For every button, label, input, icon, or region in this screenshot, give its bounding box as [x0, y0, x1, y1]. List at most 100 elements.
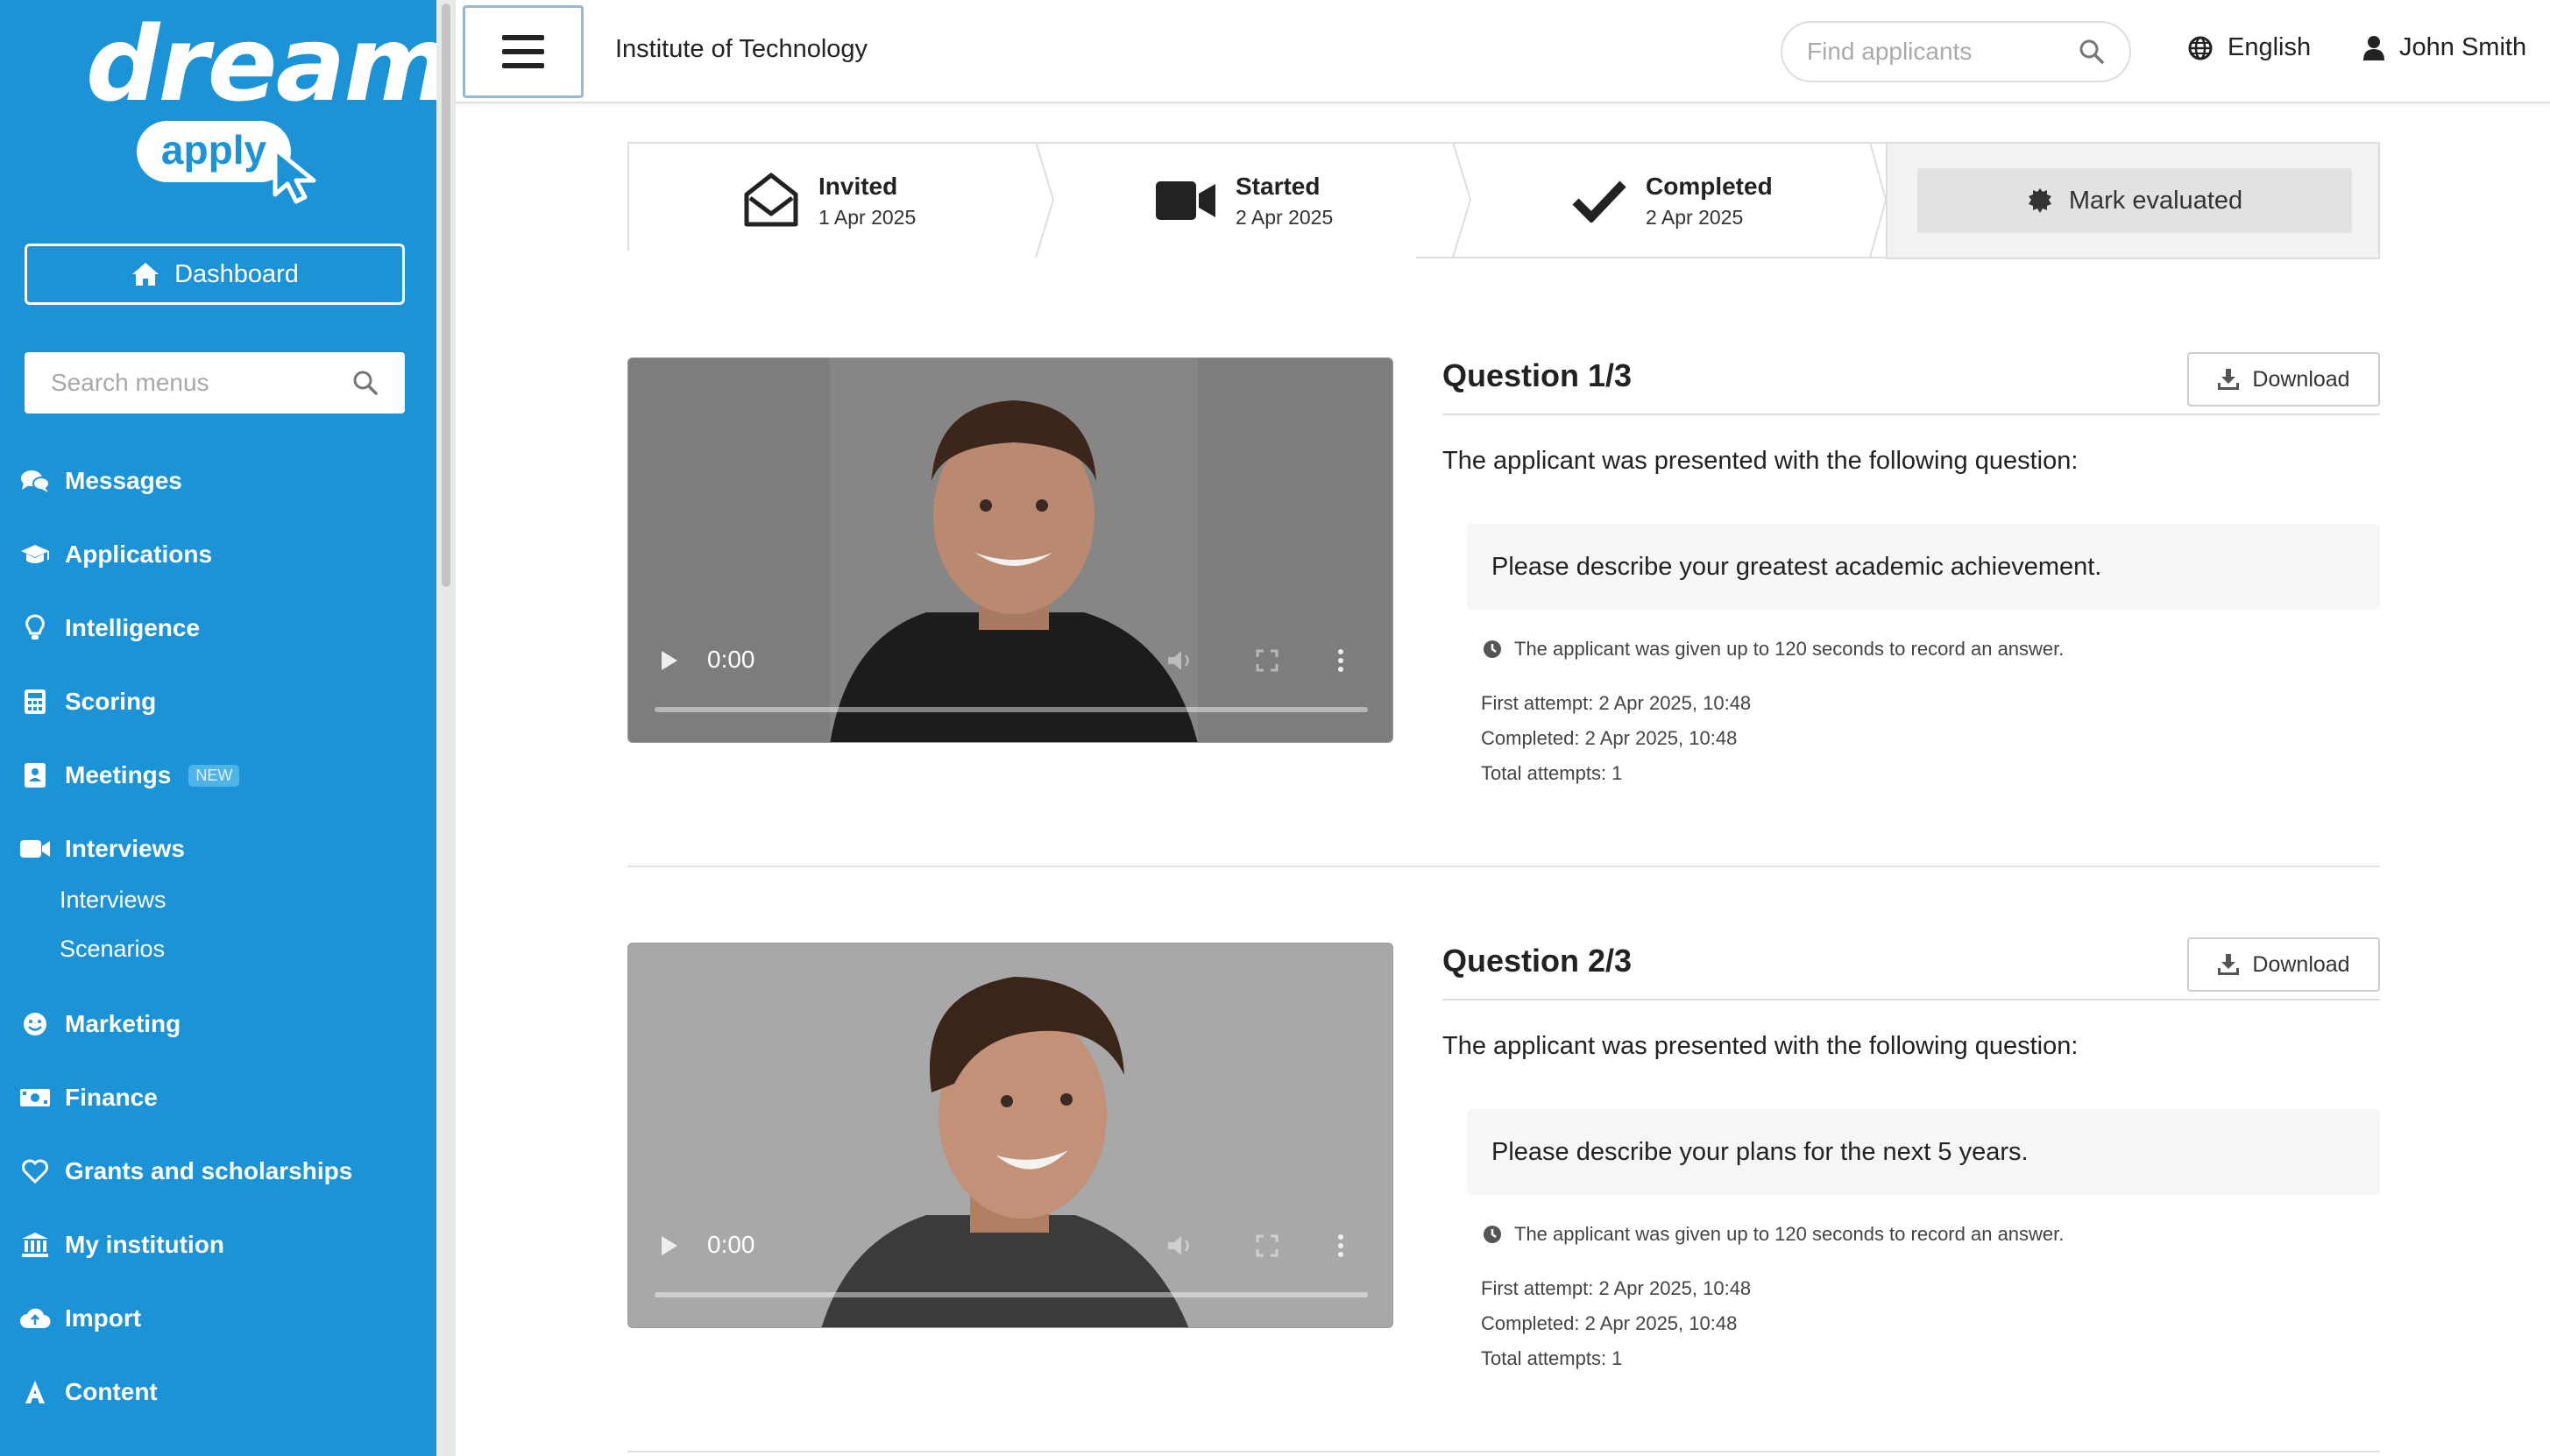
user-menu[interactable]: John Smith — [2362, 33, 2526, 62]
question-title: Question 2/3 — [1442, 943, 1633, 979]
heart-icon — [22, 1159, 48, 1184]
sidebar-item-my-institution[interactable]: My institution — [19, 1223, 224, 1267]
globe-icon — [2188, 36, 2213, 60]
smile-icon — [24, 1013, 46, 1035]
dashboard-button[interactable]: Dashboard — [25, 244, 405, 305]
time-limit-note: The applicant was given up to 120 second… — [1483, 638, 2064, 661]
video-time: 0:00 — [707, 646, 755, 673]
step-invited: Invited 1 Apr 2025 — [743, 142, 916, 259]
checkmark-icon — [1572, 180, 1626, 223]
search-icon[interactable] — [352, 370, 379, 396]
sidebar-item-meetings[interactable]: Meetings NEW — [19, 753, 240, 797]
video-camera-icon — [1156, 181, 1215, 220]
completed-time: Completed: 2 Apr 2025, 10:48 — [1481, 1312, 1738, 1334]
total-attempts: Total attempts: 1 — [1481, 1347, 1623, 1369]
first-attempt: First attempt: 2 Apr 2025, 10:48 — [1481, 692, 1752, 714]
sidebar-scrollbar-thumb[interactable] — [442, 4, 450, 587]
title-divider — [1442, 413, 2380, 415]
envelope-open-icon — [744, 173, 798, 227]
download-icon — [2218, 369, 2240, 390]
language-label: English — [2228, 33, 2312, 61]
total-attempts: Total attempts: 1 — [1481, 762, 1623, 784]
top-header: Institute of Technology English John Smi… — [456, 0, 2550, 103]
question-title: Question 1/3 — [1442, 357, 1633, 393]
video-controls: 0:00 — [628, 1205, 1392, 1327]
sidebar-subitem-interviews[interactable]: Interviews — [60, 887, 166, 914]
video-progress-track[interactable] — [655, 707, 1368, 712]
user-icon — [2363, 35, 2384, 60]
institution-icon — [22, 1233, 48, 1257]
video-progress-track[interactable] — [655, 1292, 1368, 1297]
more-options-icon[interactable] — [1336, 1233, 1345, 1259]
sidebar: dream apply Dashboard Messages Applicati… — [0, 0, 451, 1456]
user-name: John Smith — [2399, 33, 2527, 61]
play-icon[interactable] — [660, 1234, 679, 1257]
step-started: Started 2 Apr 2025 — [1155, 142, 1333, 259]
comments-icon — [21, 470, 50, 492]
video-time: 0:00 — [707, 1231, 755, 1258]
menu-toggle-button[interactable] — [463, 5, 584, 98]
calculator-icon — [25, 689, 46, 714]
language-selector[interactable]: English — [2187, 33, 2311, 62]
applicant-search-input[interactable] — [1807, 38, 2070, 66]
question-intro: The applicant was presented with the fol… — [1442, 1032, 2079, 1060]
clock-icon — [1484, 1226, 1501, 1243]
question-separator — [627, 866, 2380, 867]
font-icon — [25, 1381, 45, 1403]
download-button[interactable]: Download — [2187, 352, 2380, 406]
sidebar-item-applications[interactable]: Applications — [19, 533, 212, 576]
sidebar-item-import[interactable]: Import — [19, 1297, 141, 1340]
logo-badge: apply — [137, 121, 291, 182]
sidebar-item-marketing[interactable]: Marketing — [19, 1002, 181, 1046]
fullscreen-icon[interactable] — [1256, 649, 1279, 672]
menu-search-input[interactable] — [51, 369, 340, 397]
money-bill-icon — [20, 1089, 50, 1106]
sidebar-item-scoring[interactable]: Scoring — [19, 680, 156, 724]
first-attempt: First attempt: 2 Apr 2025, 10:48 — [1481, 1277, 1752, 1299]
sidebar-item-grants[interactable]: Grants and scholarships — [19, 1149, 352, 1193]
search-icon[interactable] — [2079, 39, 2105, 65]
sidebar-item-finance[interactable]: Finance — [19, 1076, 158, 1120]
new-badge: NEW — [188, 764, 240, 787]
volume-icon[interactable] — [1166, 1234, 1196, 1257]
interview-progress: Invited 1 Apr 2025 Started 2 Apr 2025 Co… — [627, 142, 2380, 259]
certificate-icon — [2028, 188, 2051, 213]
question-prompt: Please describe your greatest academic a… — [1467, 524, 2380, 610]
app-logo[interactable]: dream apply — [86, 4, 451, 204]
sidebar-item-messages[interactable]: Messages — [19, 459, 182, 503]
graduation-cap-icon — [21, 545, 49, 563]
lightbulb-icon — [25, 614, 45, 640]
sidebar-item-intelligence[interactable]: Intelligence — [19, 606, 200, 650]
question-separator — [627, 1451, 2380, 1452]
volume-icon[interactable] — [1166, 649, 1196, 672]
clock-icon — [1484, 640, 1501, 658]
home-icon — [132, 263, 159, 286]
sidebar-item-content[interactable]: Content — [19, 1370, 158, 1414]
step-completed: Completed 2 Apr 2025 — [1572, 142, 1773, 259]
time-limit-note: The applicant was given up to 120 second… — [1483, 1223, 2064, 1246]
menu-search — [25, 352, 405, 413]
address-card-icon — [25, 763, 46, 788]
answer-video-player[interactable]: 0:00 — [627, 357, 1393, 743]
download-button[interactable]: Download — [2187, 937, 2380, 992]
download-icon — [2218, 954, 2240, 975]
completed-time: Completed: 2 Apr 2025, 10:48 — [1481, 727, 1738, 749]
question-prompt: Please describe your plans for the next … — [1467, 1109, 2380, 1195]
question-intro: The applicant was presented with the fol… — [1442, 447, 2079, 475]
play-icon[interactable] — [660, 649, 679, 672]
logo-word: dream — [86, 4, 451, 124]
sidebar-item-interviews[interactable]: Interviews — [19, 827, 185, 871]
answer-video-player[interactable]: 0:00 — [627, 943, 1393, 1328]
applicant-search — [1781, 21, 2131, 82]
more-options-icon[interactable] — [1336, 647, 1345, 674]
fullscreen-icon[interactable] — [1256, 1234, 1279, 1257]
cloud-upload-icon — [20, 1308, 51, 1328]
video-controls: 0:00 — [628, 619, 1392, 742]
hamburger-icon — [502, 35, 544, 68]
video-camera-icon — [20, 840, 50, 858]
institution-name[interactable]: Institute of Technology — [615, 35, 868, 64]
sidebar-subitem-scenarios[interactable]: Scenarios — [60, 936, 165, 963]
cursor-icon — [273, 146, 316, 204]
title-divider — [1442, 999, 2380, 1000]
mark-evaluated-button[interactable]: Mark evaluated — [1917, 168, 2352, 233]
